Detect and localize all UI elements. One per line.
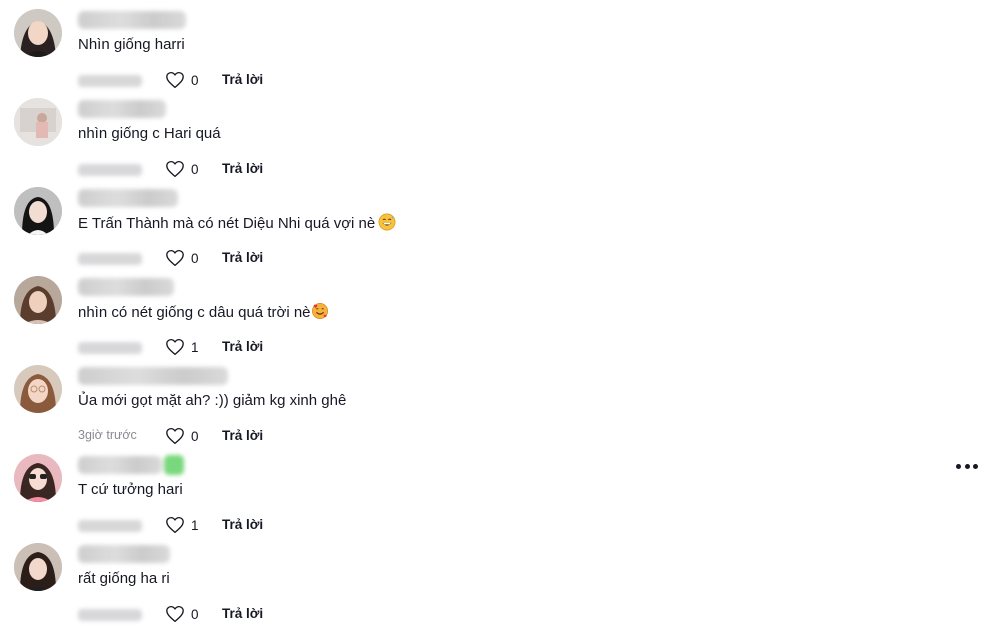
avatar[interactable] <box>14 365 62 413</box>
like-count: 0 <box>191 161 199 177</box>
comment-item: nhìn giống c Hari quá 0 Trả lời <box>0 98 984 187</box>
username-blurred[interactable] <box>78 278 174 296</box>
like-button[interactable]: 1 <box>165 516 199 534</box>
reply-button[interactable]: Trả lời <box>222 428 263 443</box>
comment-item: T cứ tưởng hari 1 Trả lời <box>0 454 984 543</box>
like-count: 1 <box>191 339 199 355</box>
dot <box>956 464 961 469</box>
like-button[interactable]: 0 <box>165 427 199 445</box>
dot <box>964 464 970 469</box>
grinning-sweat-emoji <box>378 213 396 231</box>
comment-text-row: E Trấn Thành mà có nét Diệu Nhi quá vợi … <box>78 213 396 234</box>
comment-time: 3giờ trước <box>78 428 137 442</box>
comment-text: nhìn giống c Hari quá <box>78 125 221 142</box>
green-emoji-blurred <box>164 455 184 475</box>
like-button[interactable]: 0 <box>165 71 199 89</box>
comment-time-blurred <box>78 609 142 621</box>
heart-outline-icon <box>166 516 184 534</box>
heart-outline-icon <box>166 71 184 89</box>
avatar[interactable] <box>14 98 62 146</box>
comment-time-blurred <box>78 253 142 265</box>
like-count: 0 <box>191 606 199 622</box>
heart-outline-icon <box>166 338 184 356</box>
dot <box>973 464 978 469</box>
like-button[interactable]: 1 <box>165 338 199 356</box>
comment-text: rất giống ha ri <box>78 570 170 587</box>
username-blurred[interactable] <box>78 100 166 118</box>
reply-button[interactable]: Trả lời <box>222 250 263 265</box>
comment-text-row: nhìn có nét giống c dâu quá trời nè <box>78 302 329 323</box>
reply-button[interactable]: Trả lời <box>222 72 263 87</box>
username-blurred[interactable] <box>78 545 170 563</box>
comment-item: Nhìn giống harri 0 Trả lời <box>0 9 984 98</box>
like-button[interactable]: 0 <box>165 160 199 178</box>
heart-outline-icon <box>166 160 184 178</box>
like-button[interactable]: 0 <box>165 605 199 623</box>
avatar[interactable] <box>14 543 62 591</box>
comment-text: Ủa mới gọt mặt ah? :)) giảm kg xinh ghê <box>78 392 347 409</box>
comment-time-blurred <box>78 164 142 176</box>
comment-text: T cứ tưởng hari <box>78 481 183 498</box>
comment-time-blurred <box>78 520 142 532</box>
username-blurred[interactable] <box>78 11 186 29</box>
comment-time-blurred <box>78 75 142 87</box>
username-blurred[interactable] <box>78 455 184 475</box>
like-count: 0 <box>191 428 199 444</box>
reply-button[interactable]: Trả lời <box>222 161 263 176</box>
comment-time-blurred <box>78 342 142 354</box>
heart-outline-icon <box>166 249 184 267</box>
heart-outline-icon <box>166 605 184 623</box>
like-count: 0 <box>191 72 199 88</box>
avatar[interactable] <box>14 9 62 57</box>
comment-text: Nhìn giống harri <box>78 36 185 53</box>
comment-item: Ủa mới gọt mặt ah? :)) giảm kg xinh ghê … <box>0 365 984 454</box>
like-button[interactable]: 0 <box>165 249 199 267</box>
username-blurred[interactable] <box>78 189 178 207</box>
heart-outline-icon <box>166 427 184 445</box>
avatar[interactable] <box>14 276 62 324</box>
username-blurred[interactable] <box>78 367 228 385</box>
like-count: 0 <box>191 250 199 266</box>
comment-text: nhìn có nét giống c dâu quá trời nè <box>78 304 311 321</box>
comment-item: E Trấn Thành mà có nét Diệu Nhi quá vợi … <box>0 187 984 276</box>
smiling-hearts-emoji <box>311 302 328 320</box>
avatar[interactable] <box>14 187 62 235</box>
reply-button[interactable]: Trả lời <box>222 517 263 532</box>
avatar[interactable] <box>14 454 62 502</box>
comment-text: E Trấn Thành mà có nét Diệu Nhi quá vợi … <box>78 215 376 232</box>
more-horizontal-icon[interactable] <box>956 464 978 470</box>
reply-button[interactable]: Trả lời <box>222 339 263 354</box>
like-count: 1 <box>191 517 199 533</box>
comment-item: nhìn có nét giống c dâu quá trời nè 1 Tr… <box>0 276 984 365</box>
